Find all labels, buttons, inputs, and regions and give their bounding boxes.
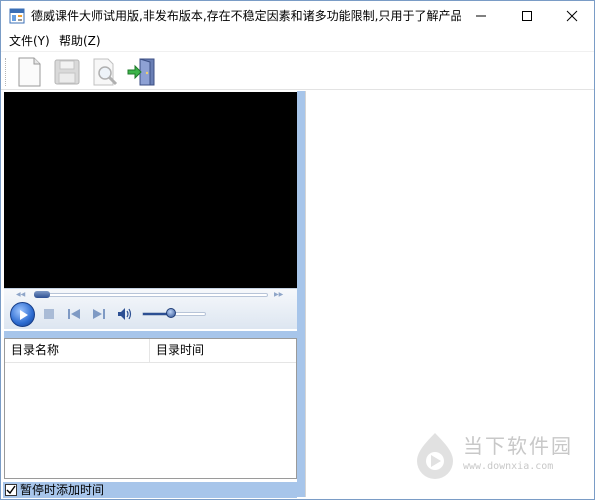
maximize-button[interactable] xyxy=(505,1,549,31)
toolbar-grip[interactable] xyxy=(5,58,8,86)
menu-bar: 文件(Y) 帮助(Z) xyxy=(1,31,594,51)
previous-track-icon[interactable] xyxy=(67,308,81,320)
app-window: 德威课件大师试用版,非发布版本,存在不稳定因素和诸多功能限制,只用于了解产品,.… xyxy=(0,0,595,500)
vertical-splitter[interactable] xyxy=(297,91,305,497)
media-player-controls: ◀◀ ▶▶ xyxy=(4,288,297,329)
toolbar xyxy=(1,51,594,90)
new-document-icon[interactable] xyxy=(13,56,45,88)
watermark-url-text: www.downxia.com xyxy=(463,461,554,472)
volume-icon[interactable] xyxy=(117,307,133,321)
rewind-arrows-icon[interactable]: ◀◀ xyxy=(16,292,25,298)
title-bar[interactable]: 德威课件大师试用版,非发布版本,存在不稳定因素和诸多功能限制,只用于了解产品,.… xyxy=(1,1,594,31)
seek-thumb[interactable] xyxy=(34,291,50,298)
next-track-icon[interactable] xyxy=(92,308,106,320)
catalog-list-header: 目录名称 目录时间 xyxy=(5,339,296,363)
left-panel: ◀◀ ▶▶ 目录名称 目录时间 暂停时添加时间 xyxy=(3,91,297,498)
print-preview-icon[interactable] xyxy=(89,56,121,88)
video-display[interactable] xyxy=(4,92,297,288)
volume-thumb[interactable] xyxy=(166,308,176,318)
catalog-list[interactable]: 目录名称 目录时间 xyxy=(4,338,297,479)
close-icon xyxy=(566,10,578,22)
minimize-icon xyxy=(476,15,486,17)
add-time-on-pause-label[interactable]: 暂停时添加时间 xyxy=(20,482,104,498)
seek-bar[interactable] xyxy=(34,293,268,297)
exit-door-icon[interactable] xyxy=(126,56,158,88)
add-time-on-pause-checkbox[interactable] xyxy=(5,484,17,496)
stop-button[interactable] xyxy=(44,309,54,319)
maximize-icon xyxy=(522,11,532,21)
menu-file[interactable]: 文件(Y) xyxy=(7,33,52,49)
minimize-button[interactable] xyxy=(459,1,503,31)
app-icon xyxy=(9,8,25,24)
play-button[interactable] xyxy=(10,302,35,327)
column-header-catalog-name[interactable]: 目录名称 xyxy=(5,339,150,362)
watermark-logo-icon xyxy=(417,433,453,479)
panel-separator xyxy=(4,331,297,338)
fast-forward-arrows-icon[interactable]: ▶▶ xyxy=(274,292,283,298)
play-icon xyxy=(19,309,28,320)
watermark-brand-text: 当下软件园 xyxy=(463,434,573,458)
close-button[interactable] xyxy=(550,1,594,31)
column-header-catalog-time[interactable]: 目录时间 xyxy=(150,339,296,362)
save-icon[interactable] xyxy=(51,56,83,88)
checkmark-icon xyxy=(6,485,16,495)
window-title: 德威课件大师试用版,非发布版本,存在不稳定因素和诸多功能限制,只用于了解产品,.… xyxy=(31,9,461,23)
add-time-option-row: 暂停时添加时间 xyxy=(3,482,297,498)
menu-help[interactable]: 帮助(Z) xyxy=(57,33,103,49)
